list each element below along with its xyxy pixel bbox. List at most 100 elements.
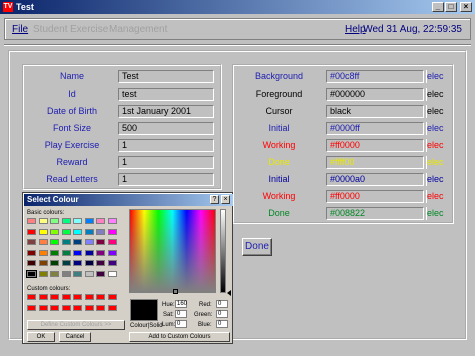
colour-select-button[interactable]: elec <box>426 70 448 83</box>
maximize-button[interactable]: □ <box>445 2 457 12</box>
student-field-value[interactable]: test <box>118 88 214 101</box>
basic-colour-swatch[interactable] <box>27 260 36 266</box>
basic-colour-swatch[interactable] <box>50 239 59 245</box>
basic-colour-swatch[interactable] <box>50 228 59 235</box>
basic-colour-swatch[interactable] <box>50 218 59 224</box>
basic-colour-swatch[interactable] <box>96 228 105 235</box>
basic-colour-swatch[interactable] <box>61 249 71 256</box>
sat-input[interactable]: 0 <box>175 310 187 318</box>
custom-colour-swatch[interactable] <box>50 304 59 311</box>
add-to-custom-colours-button[interactable]: Add to Custom Colours <box>129 332 230 342</box>
menu-file[interactable]: File <box>12 24 28 35</box>
basic-colour-swatch[interactable] <box>61 270 71 277</box>
basic-colour-swatch[interactable] <box>84 270 94 277</box>
basic-colour-swatch[interactable] <box>73 249 82 256</box>
basic-colour-swatch[interactable] <box>38 218 48 224</box>
basic-colour-swatch[interactable] <box>27 228 36 235</box>
basic-colour-swatch[interactable] <box>84 249 94 256</box>
basic-colour-swatch[interactable] <box>107 249 117 256</box>
green-input[interactable]: 0 <box>216 310 228 318</box>
basic-colour-swatch[interactable] <box>27 249 36 256</box>
basic-colour-swatch[interactable] <box>96 249 105 256</box>
basic-colour-swatch[interactable] <box>61 260 71 266</box>
colour-row-value[interactable]: #00c8ff <box>326 70 424 83</box>
student-field-value[interactable]: 1 <box>118 156 214 169</box>
colour-select-button[interactable]: elec <box>426 173 448 186</box>
custom-colour-swatch[interactable] <box>73 304 82 311</box>
luminance-arrow-icon[interactable] <box>227 290 231 296</box>
custom-colour-swatch[interactable] <box>84 304 94 311</box>
colour-row-value[interactable]: #ffff00 <box>326 156 424 169</box>
colour-select-button[interactable]: elec <box>426 207 448 220</box>
custom-colour-swatch[interactable] <box>96 294 105 300</box>
custom-colour-swatch[interactable] <box>84 294 94 300</box>
basic-colour-swatch[interactable] <box>27 239 36 245</box>
student-field-value[interactable]: 1st January 2001 <box>118 105 214 118</box>
basic-colour-swatch[interactable] <box>96 239 105 245</box>
colour-select-button[interactable]: elec <box>426 105 448 118</box>
red-input[interactable]: 0 <box>216 300 228 308</box>
dialog-help-button[interactable]: ? <box>210 195 219 204</box>
lum-input[interactable]: 0 <box>175 320 187 328</box>
basic-colour-swatch[interactable] <box>61 218 71 224</box>
basic-colour-swatch[interactable] <box>61 239 71 245</box>
basic-colour-swatch[interactable] <box>96 270 105 277</box>
basic-colour-swatch[interactable] <box>73 218 82 224</box>
custom-colour-swatch[interactable] <box>50 294 59 300</box>
colour-select-button[interactable]: elec <box>426 88 448 101</box>
basic-colour-swatch[interactable] <box>96 260 105 266</box>
basic-colour-swatch[interactable] <box>38 228 48 235</box>
basic-colour-swatch[interactable] <box>107 239 117 245</box>
basic-colour-swatch[interactable] <box>84 239 94 245</box>
custom-colour-swatch[interactable] <box>73 294 82 300</box>
colour-row-value[interactable]: #ff0000 <box>326 139 424 152</box>
basic-colour-swatch[interactable] <box>96 218 105 224</box>
student-field-value[interactable]: 1 <box>118 139 214 152</box>
basic-colour-swatch[interactable] <box>38 249 48 256</box>
colour-row-value[interactable]: #000000 <box>326 88 424 101</box>
luminance-slider[interactable] <box>220 209 226 293</box>
basic-colour-swatch[interactable] <box>84 228 94 235</box>
basic-colour-swatch[interactable] <box>107 270 117 277</box>
dialog-close-button[interactable]: × <box>221 195 230 204</box>
colour-row-value[interactable]: #008822 <box>326 207 424 220</box>
colour-row-value[interactable]: #ff0000 <box>326 190 424 203</box>
colour-select-button[interactable]: elec <box>426 156 448 169</box>
basic-colour-swatch[interactable] <box>38 270 48 277</box>
basic-colour-swatch[interactable] <box>27 218 36 224</box>
colour-select-button[interactable]: elec <box>426 122 448 135</box>
basic-colour-swatch[interactable] <box>50 270 59 277</box>
minimize-button[interactable]: _ <box>432 2 444 12</box>
custom-colour-swatch[interactable] <box>27 294 36 300</box>
hue-input[interactable]: 160 <box>175 300 187 308</box>
basic-colour-swatch[interactable] <box>84 218 94 224</box>
basic-colour-swatch[interactable] <box>73 270 82 277</box>
basic-colour-swatch[interactable] <box>107 260 117 266</box>
colour-select-button[interactable]: elec <box>426 139 448 152</box>
basic-colour-swatch[interactable] <box>73 260 82 266</box>
custom-colour-swatch[interactable] <box>27 304 36 311</box>
student-field-value[interactable]: 500 <box>118 122 214 135</box>
custom-colour-swatch[interactable] <box>107 294 117 300</box>
custom-colour-swatch[interactable] <box>61 304 71 311</box>
colour-row-value[interactable]: #0000a0 <box>326 173 424 186</box>
basic-colour-swatch[interactable] <box>73 239 82 245</box>
ok-button[interactable]: OK <box>27 332 55 342</box>
custom-colour-swatch[interactable] <box>38 304 48 311</box>
done-button[interactable]: Done <box>242 238 272 256</box>
cancel-button[interactable]: Cancel <box>59 332 91 342</box>
basic-colour-swatch[interactable] <box>61 228 71 235</box>
custom-colour-swatch[interactable] <box>96 304 105 311</box>
basic-colour-swatch[interactable] <box>84 260 94 266</box>
student-field-value[interactable]: 1 <box>118 173 214 186</box>
custom-colour-swatch[interactable] <box>38 294 48 300</box>
basic-colour-swatch[interactable] <box>107 228 117 235</box>
blue-input[interactable]: 0 <box>216 320 228 328</box>
custom-colour-swatch[interactable] <box>107 304 117 311</box>
colour-row-value[interactable]: black <box>326 105 424 118</box>
close-button[interactable]: × <box>460 2 472 12</box>
colour-row-value[interactable]: #0000ff <box>326 122 424 135</box>
colour-select-button[interactable]: elec <box>426 190 448 203</box>
colour-spectrum[interactable] <box>129 209 216 293</box>
basic-colour-swatch[interactable] <box>38 260 48 266</box>
